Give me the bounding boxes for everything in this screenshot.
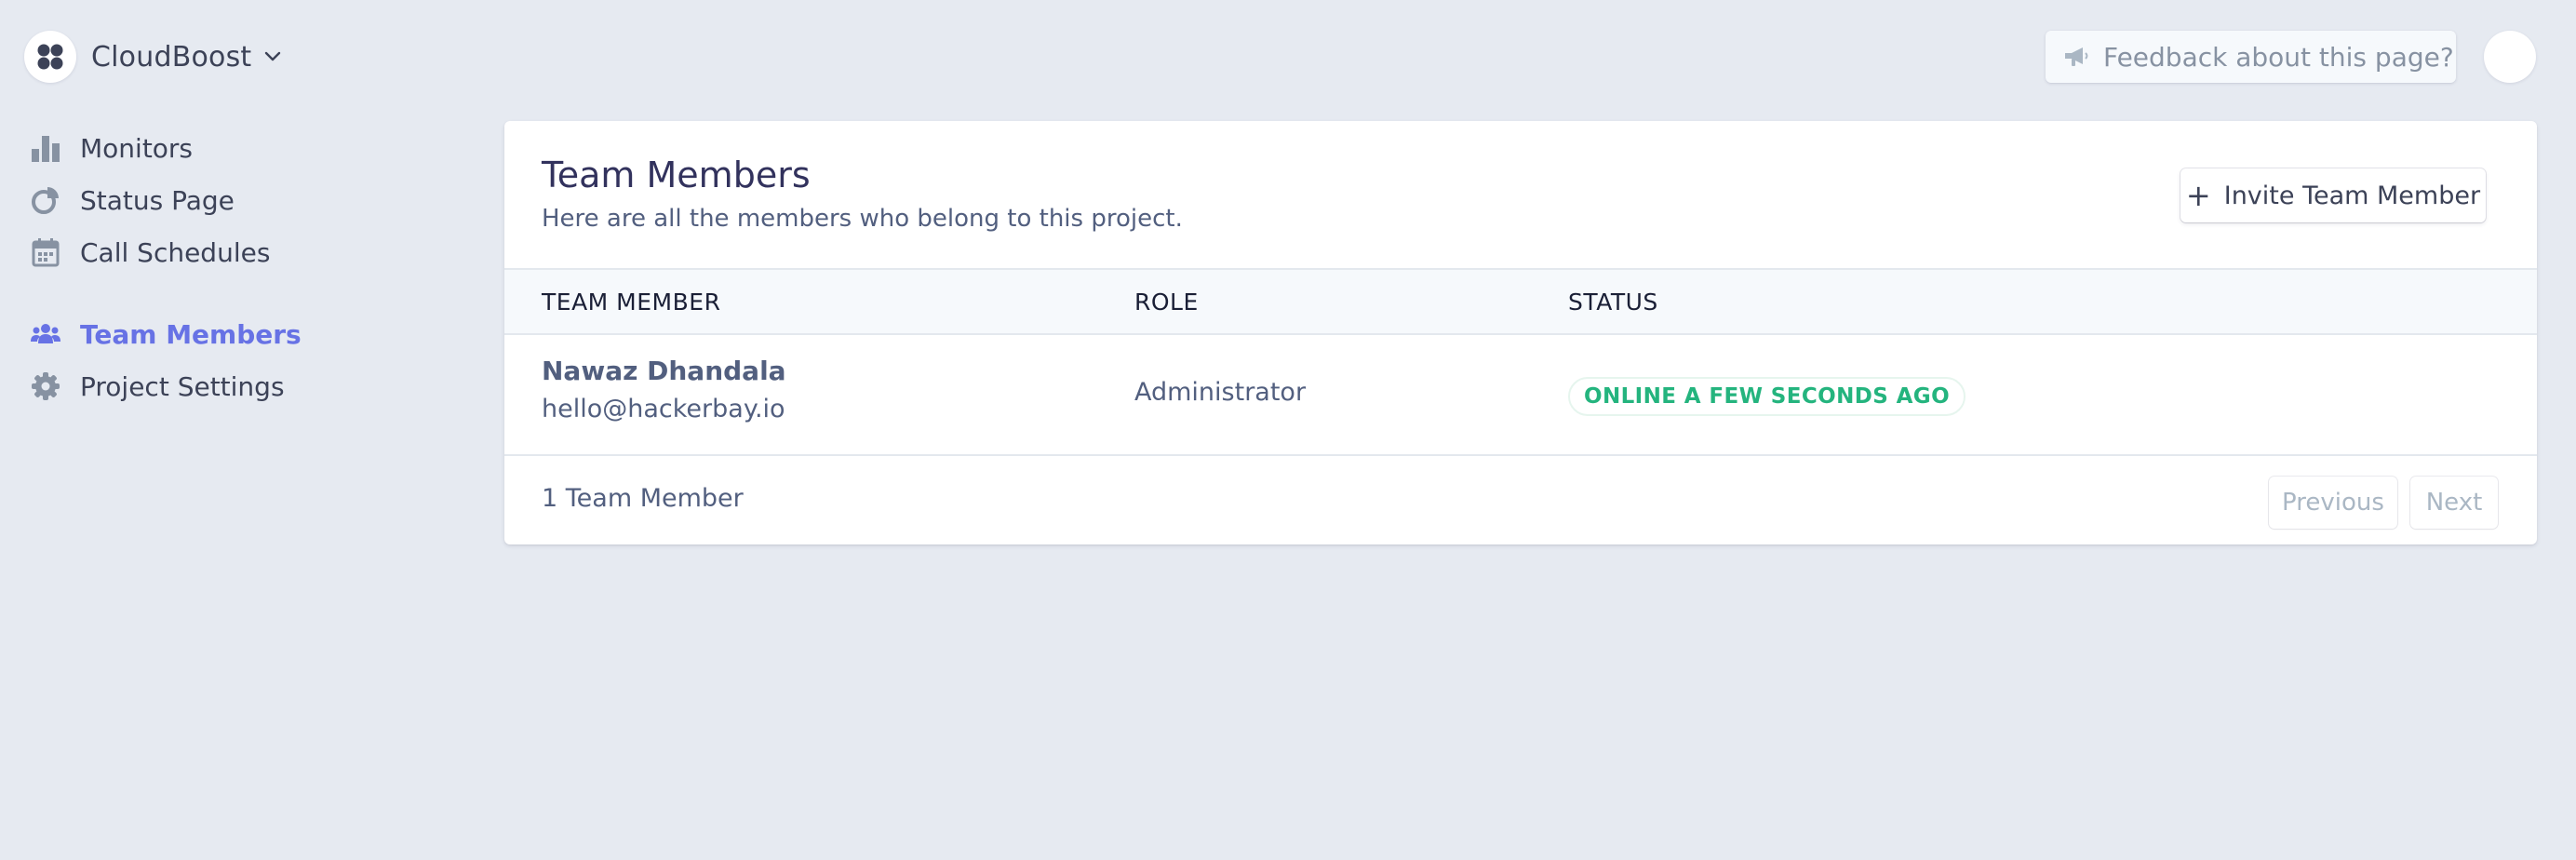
- column-header-status: STATUS: [1568, 288, 1658, 316]
- plus-icon: +: [2185, 178, 2211, 213]
- sidebar-item-project-settings[interactable]: Project Settings: [30, 360, 285, 412]
- invite-button-label: Invite Team Member: [2223, 181, 2481, 210]
- sidebar-item-monitors[interactable]: Monitors: [30, 122, 193, 174]
- member-name: Nawaz Dhandala: [542, 356, 786, 386]
- sidebar-item-call-schedules[interactable]: Call Schedules: [30, 226, 270, 278]
- bar-chart-icon: [30, 132, 61, 164]
- project-switcher[interactable]: CloudBoost: [24, 31, 281, 83]
- page-title: Team Members: [542, 155, 811, 195]
- status-page-icon: [30, 184, 61, 216]
- sidebar-item-label: Team Members: [80, 318, 302, 350]
- next-page-button[interactable]: Next: [2410, 477, 2498, 529]
- team-icon: [30, 318, 61, 350]
- top-bar: CloudBoost Feedback about this page?: [0, 0, 2576, 114]
- sidebar-item-status-page[interactable]: Status Page: [30, 174, 235, 226]
- status-badge: ONLINE A FEW SECONDS AGO: [1568, 377, 1966, 416]
- table-header: TEAM MEMBER ROLE STATUS: [504, 268, 2537, 335]
- member-count: 1 Team Member: [542, 484, 744, 513]
- previous-page-button[interactable]: Previous: [2269, 477, 2397, 529]
- sidebar-item-label: Status Page: [80, 184, 235, 216]
- feedback-input[interactable]: Feedback about this page?: [2046, 31, 2456, 83]
- invite-team-member-button[interactable]: + Invite Team Member: [2180, 168, 2486, 222]
- member-role: Administrator: [1134, 378, 1307, 407]
- user-avatar[interactable]: [2484, 31, 2536, 83]
- table-row[interactable]: Nawaz Dhandala hello@hackerbay.io Admini…: [504, 335, 2537, 456]
- project-logo-icon: [24, 31, 76, 83]
- column-header-team-member: TEAM MEMBER: [542, 288, 721, 316]
- chevron-down-icon: [264, 51, 281, 62]
- megaphone-icon: [2062, 45, 2090, 69]
- sidebar-item-label: Monitors: [80, 132, 194, 164]
- member-email: hello@hackerbay.io: [542, 395, 785, 423]
- page-subtitle: Here are all the members who belong to t…: [542, 205, 1183, 233]
- team-members-card: Team Members Here are all the members wh…: [504, 121, 2537, 544]
- sidebar-item-label: Call Schedules: [80, 236, 271, 268]
- feedback-placeholder: Feedback about this page?: [2103, 41, 2454, 73]
- calendar-icon: [30, 236, 61, 268]
- table-footer: 1 Team Member Previous Next: [504, 456, 2537, 544]
- sidebar-item-label: Project Settings: [80, 370, 285, 402]
- gear-icon: [30, 370, 61, 402]
- column-header-role: ROLE: [1134, 288, 1199, 316]
- sidebar-item-team-members[interactable]: Team Members: [30, 308, 302, 360]
- project-name: CloudBoost: [91, 40, 252, 74]
